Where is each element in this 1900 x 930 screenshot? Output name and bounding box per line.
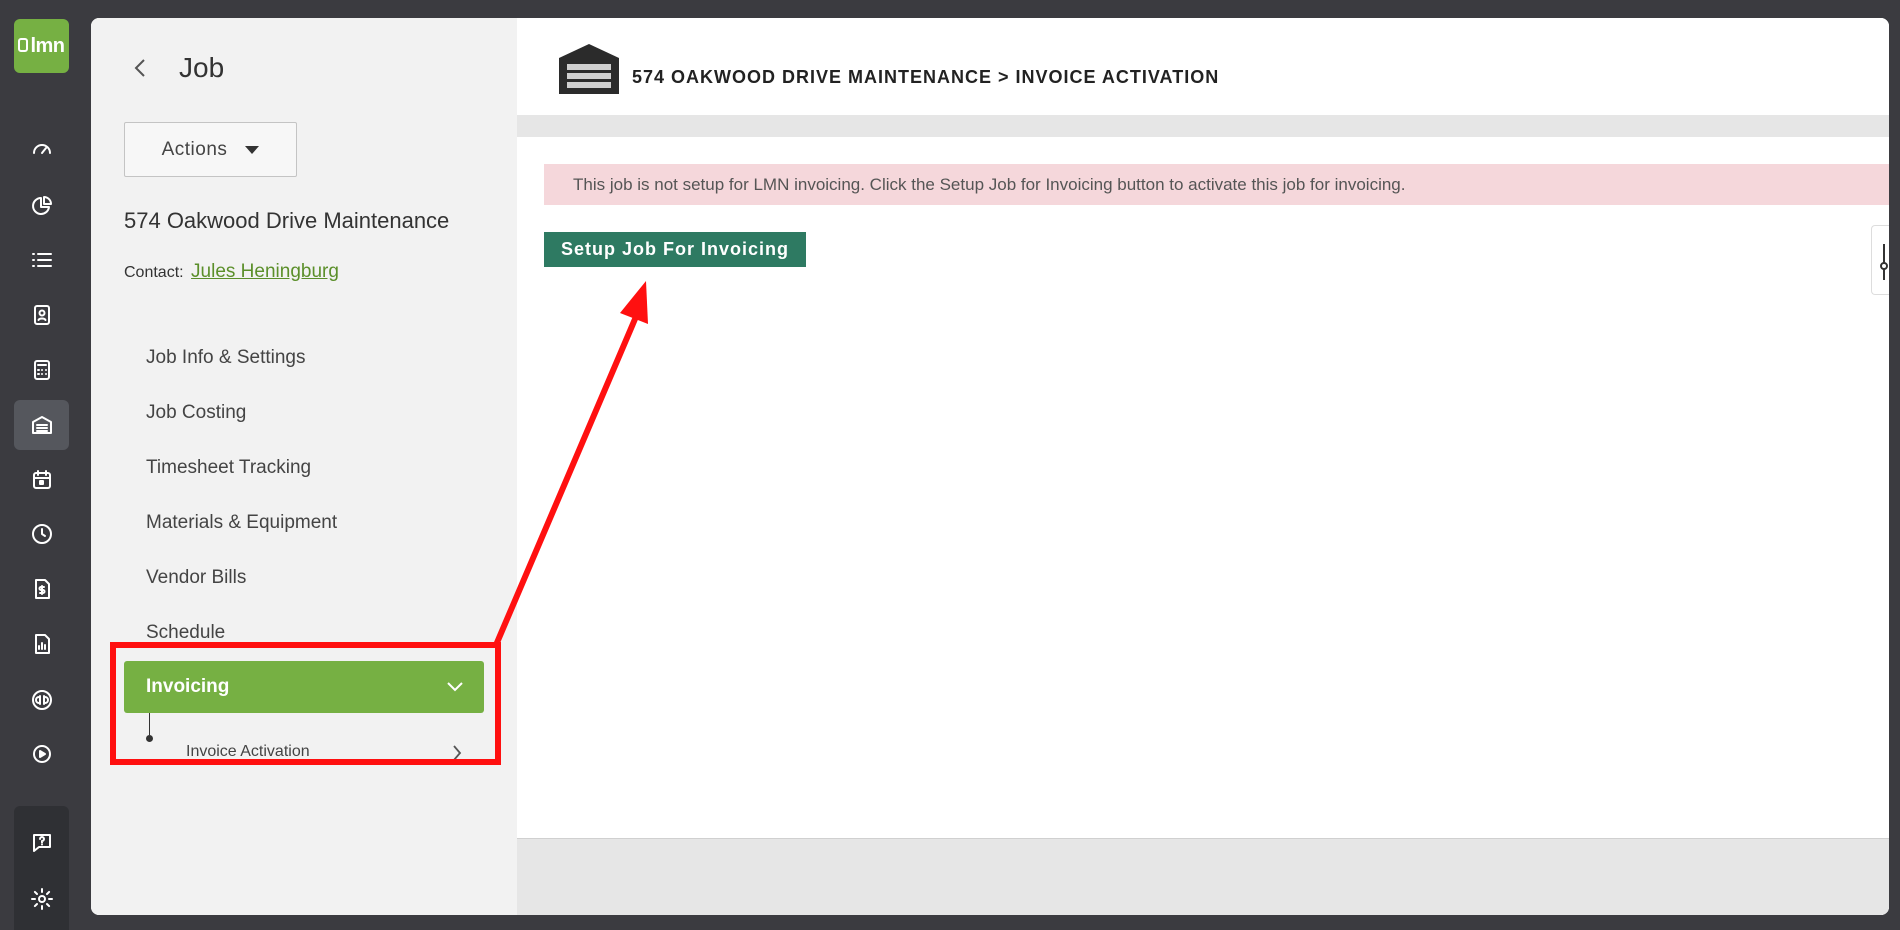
- nav-timesheet-tracking[interactable]: Timesheet Tracking: [146, 457, 311, 479]
- logo-text: lmn: [30, 34, 65, 57]
- reports-pie-icon[interactable]: [14, 181, 69, 231]
- nav-materials-equipment[interactable]: Materials & Equipment: [146, 512, 337, 534]
- sliders-icon: [1880, 244, 1888, 280]
- nav-job-info-settings[interactable]: Job Info & Settings: [146, 347, 306, 369]
- settings-gear-icon[interactable]: [14, 874, 69, 924]
- invoice-alert: This job is not setup for LMN invoicing.…: [544, 164, 1889, 205]
- content-footer: [517, 838, 1889, 915]
- clock-icon[interactable]: [14, 509, 69, 559]
- calendar-icon[interactable]: [14, 455, 69, 505]
- contact-link[interactable]: Jules Heningburg: [191, 261, 339, 282]
- nav-schedule[interactable]: Schedule: [146, 622, 225, 644]
- report-chart-icon[interactable]: [14, 619, 69, 669]
- quickbooks-icon[interactable]: [14, 675, 69, 725]
- nav-job-costing[interactable]: Job Costing: [146, 402, 246, 424]
- job-garage-header-icon: [559, 44, 619, 94]
- play-icon[interactable]: [14, 729, 69, 779]
- invoice-dollar-icon[interactable]: [14, 564, 69, 614]
- help-icon[interactable]: [14, 818, 69, 868]
- actions-label: Actions: [161, 138, 228, 160]
- job-side-panel: Job Actions 574 Oakwood Drive Maintenanc…: [91, 18, 517, 915]
- main-card: Job Actions 574 Oakwood Drive Maintenanc…: [91, 18, 1889, 915]
- app-rail: lmn: [0, 0, 90, 930]
- back-chevron-icon[interactable]: [133, 52, 157, 84]
- setup-job-invoicing-button[interactable]: Setup Job For Invoicing: [544, 232, 806, 267]
- calculator-icon[interactable]: [14, 345, 69, 395]
- annotation-highlight-box: [110, 642, 501, 765]
- contact-card-icon[interactable]: [14, 290, 69, 340]
- panel-title: Job: [179, 52, 225, 83]
- caret-down-icon: [245, 145, 260, 154]
- contact-label: Contact:: [124, 264, 184, 281]
- alert-text: This job is not setup for LMN invoicing.…: [573, 174, 1406, 194]
- jobs-garage-icon[interactable]: [14, 400, 69, 450]
- content-area: 574 OAKWOOD DRIVE MAINTENANCE > INVOICE …: [517, 18, 1889, 915]
- dashboard-icon[interactable]: [14, 126, 69, 176]
- list-icon[interactable]: [14, 235, 69, 285]
- filter-sliders-tab[interactable]: [1871, 225, 1889, 295]
- breadcrumb: 574 OAKWOOD DRIVE MAINTENANCE > INVOICE …: [632, 67, 1220, 87]
- contact-line: Contact: Jules Heningburg: [124, 261, 339, 283]
- lmn-logo[interactable]: lmn: [14, 19, 69, 73]
- job-name: 574 Oakwood Drive Maintenance: [124, 208, 450, 233]
- header-divider: [517, 115, 1889, 137]
- actions-dropdown-button[interactable]: Actions: [124, 122, 297, 177]
- window-edge: [1889, 0, 1900, 930]
- nav-vendor-bills[interactable]: Vendor Bills: [146, 567, 246, 589]
